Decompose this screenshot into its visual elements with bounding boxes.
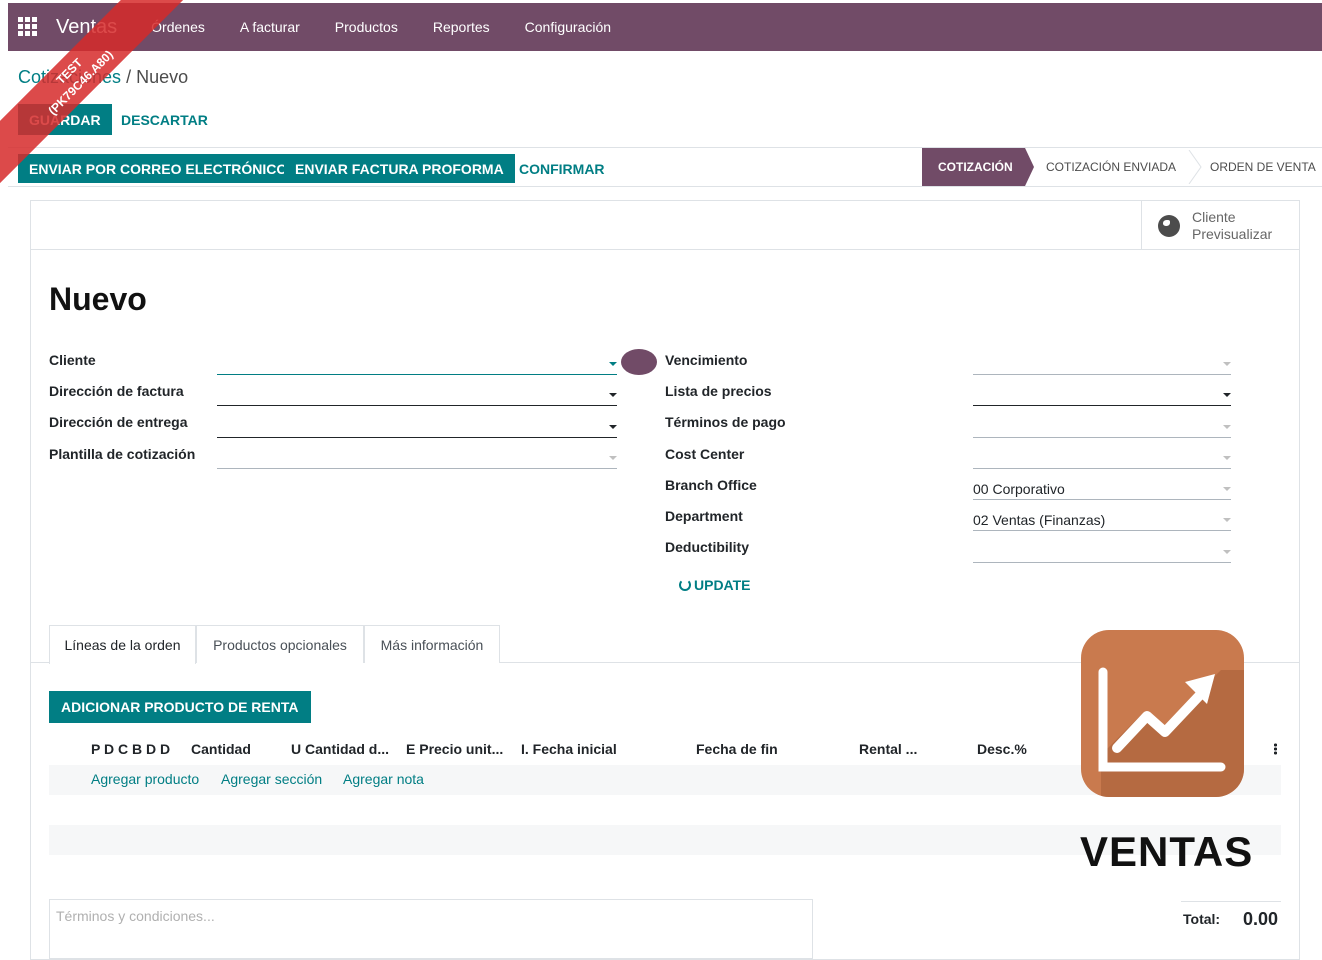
column-options-icon[interactable]: [1274, 743, 1277, 755]
col-fecha-inicial[interactable]: I. Fecha inicial: [521, 741, 617, 757]
label-cliente: Cliente: [49, 352, 96, 368]
label-lista-precios: Lista de precios: [665, 383, 772, 399]
value-department: 02 Ventas (Finanzas): [973, 512, 1106, 528]
tab-productos-opcionales[interactable]: Productos opcionales: [196, 625, 364, 663]
stage-cotizacion[interactable]: COTIZACIÓN: [922, 148, 1034, 186]
total-value: 0.00: [1243, 909, 1279, 929]
input-cost-center[interactable]: [973, 447, 1231, 469]
input-department[interactable]: 02 Ventas (Finanzas): [973, 509, 1231, 531]
col-descuento[interactable]: Desc.%: [977, 741, 1027, 757]
label-branch-office: Branch Office: [665, 477, 757, 493]
chevron-down-icon[interactable]: [1223, 487, 1231, 491]
customer-preview-button[interactable]: Cliente Previsualizar: [1141, 201, 1299, 250]
tab-mas-informacion[interactable]: Más información: [364, 625, 500, 663]
input-deductibility[interactable]: [973, 541, 1231, 563]
label-direccion-entrega: Dirección de entrega: [49, 414, 188, 430]
save-button[interactable]: GUARDAR: [18, 104, 112, 135]
input-lista-precios[interactable]: [973, 384, 1231, 406]
label-vencimiento: Vencimiento: [665, 352, 748, 368]
add-rental-product-button[interactable]: ADICIONAR PRODUCTO DE RENTA: [49, 691, 311, 723]
confirm-button[interactable]: CONFIRMAR: [508, 154, 616, 183]
nav-item-reportes[interactable]: Reportes: [433, 19, 490, 35]
col-pdcbdd[interactable]: P D C B D D: [91, 741, 170, 757]
input-cliente[interactable]: [217, 353, 617, 375]
col-rental[interactable]: Rental ...: [859, 741, 917, 757]
sales-app-logo: [1081, 630, 1244, 797]
label-terminos-pago: Términos de pago: [665, 414, 786, 430]
input-direccion-factura[interactable]: [217, 384, 617, 406]
app-brand[interactable]: Ventas: [56, 16, 117, 39]
top-navbar: Ventas Órdenes A facturar Productos Repo…: [8, 3, 1322, 51]
stat-button-line-1: Cliente: [1192, 208, 1236, 225]
send-email-button[interactable]: ENVIAR POR CORREO ELECTRÓNICO: [18, 154, 299, 183]
button-box: Cliente Previsualizar: [31, 201, 1299, 250]
label-cost-center: Cost Center: [665, 446, 745, 462]
tab-lineas-orden[interactable]: Líneas de la orden: [49, 625, 196, 664]
nav-item-ordenes[interactable]: Órdenes: [151, 19, 205, 35]
breadcrumb: Cotizaciones / Nuevo: [18, 67, 188, 88]
input-vencimiento[interactable]: [973, 353, 1231, 375]
stage-separator-icon: [1188, 150, 1202, 184]
chevron-down-icon[interactable]: [1223, 362, 1231, 366]
value-branch-office: 00 Corporativo: [973, 481, 1065, 497]
stage-cotizacion-enviada[interactable]: COTIZACIÓN ENVIADA: [1046, 148, 1176, 186]
terms-placeholder: Términos y condiciones...: [56, 908, 215, 924]
nav-item-a-facturar[interactable]: A facturar: [240, 19, 300, 35]
apps-menu-icon[interactable]: [18, 17, 38, 37]
trend-chart-icon: [1098, 667, 1244, 797]
chevron-down-icon[interactable]: [1223, 518, 1231, 522]
chevron-down-icon[interactable]: [1223, 393, 1231, 397]
total-label: Total:: [1183, 911, 1221, 927]
chevron-down-icon[interactable]: [609, 362, 617, 366]
input-direccion-entrega[interactable]: [217, 416, 617, 438]
input-plantilla-cotizacion[interactable]: [217, 447, 617, 469]
chevron-down-icon[interactable]: [609, 393, 617, 397]
input-branch-office[interactable]: 00 Corporativo: [973, 478, 1231, 500]
add-product-link[interactable]: Agregar producto: [91, 771, 199, 787]
nav-item-configuracion[interactable]: Configuración: [525, 19, 611, 35]
col-unidad-cantidad[interactable]: U Cantidad d...: [291, 741, 389, 757]
breadcrumb-current: Nuevo: [136, 67, 189, 87]
update-button[interactable]: UPDATE: [679, 577, 751, 593]
breadcrumb-separator: /: [121, 67, 137, 87]
discard-button[interactable]: DESCARTAR: [110, 104, 219, 135]
update-label: UPDATE: [694, 577, 751, 593]
statusbar: ENVIAR POR CORREO ELECTRÓNICO ENVIAR FAC…: [8, 147, 1322, 187]
chevron-down-icon[interactable]: [1223, 456, 1231, 460]
terms-conditions-field[interactable]: Términos y condiciones...: [49, 899, 813, 959]
input-terminos-pago[interactable]: [973, 416, 1231, 438]
label-department: Department: [665, 508, 743, 524]
send-proforma-button[interactable]: ENVIAR FACTURA PROFORMA: [284, 154, 515, 183]
breadcrumb-parent[interactable]: Cotizaciones: [18, 67, 121, 87]
nav-item-productos[interactable]: Productos: [335, 19, 398, 35]
label-plantilla-cotizacion: Plantilla de cotización: [49, 446, 196, 462]
label-direccion-factura: Dirección de factura: [49, 383, 184, 399]
col-precio-unitario[interactable]: E Precio unit...: [406, 741, 503, 757]
col-cantidad[interactable]: Cantidad: [191, 741, 251, 757]
chevron-down-icon[interactable]: [609, 425, 617, 429]
stat-button-line-2: Previsualizar: [1192, 225, 1273, 242]
total-divider: [1181, 901, 1281, 902]
col-fecha-fin[interactable]: Fecha de fin: [696, 741, 778, 757]
stage-orden-de-venta[interactable]: ORDEN DE VENTA: [1210, 148, 1316, 186]
refresh-icon: [679, 579, 691, 591]
globe-icon: [1158, 214, 1180, 237]
chevron-down-icon[interactable]: [1223, 425, 1231, 429]
label-deductibility: Deductibility: [665, 539, 750, 555]
chevron-down-icon[interactable]: [1223, 550, 1231, 554]
sales-app-logo-text: VENTAS: [1080, 828, 1254, 875]
record-title: Nuevo: [49, 281, 147, 317]
add-section-link[interactable]: Agregar sección: [221, 771, 322, 787]
chevron-down-icon[interactable]: [609, 456, 617, 460]
add-note-link[interactable]: Agregar nota: [343, 771, 424, 787]
focus-indicator-blob: [621, 349, 657, 375]
